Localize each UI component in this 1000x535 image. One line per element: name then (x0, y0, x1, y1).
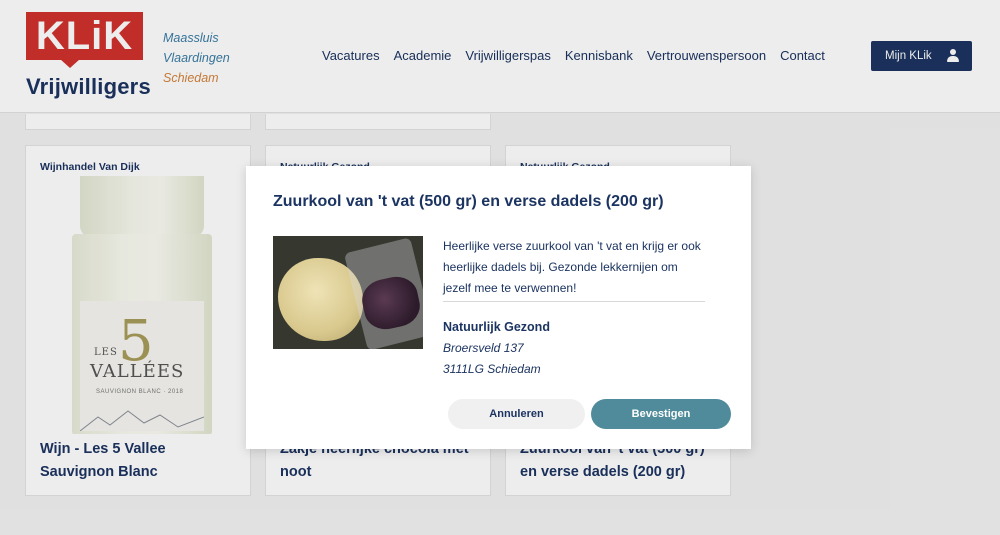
modal-address-street: Broersveld 137 (443, 341, 524, 355)
modal-address-city: 3111LG Schiedam (443, 362, 541, 376)
modal-description: Heerlijke verse zuurkool van 't vat en k… (443, 236, 705, 302)
confirm-modal: Zuurkool van 't vat (500 gr) en verse da… (246, 166, 751, 449)
modal-vendor: Natuurlijk Gezond (443, 320, 550, 334)
cancel-button[interactable]: Annuleren (448, 399, 585, 429)
confirm-button[interactable]: Bevestigen (591, 399, 731, 429)
product-photo (273, 236, 423, 349)
modal-title: Zuurkool van 't vat (500 gr) en verse da… (273, 193, 664, 210)
